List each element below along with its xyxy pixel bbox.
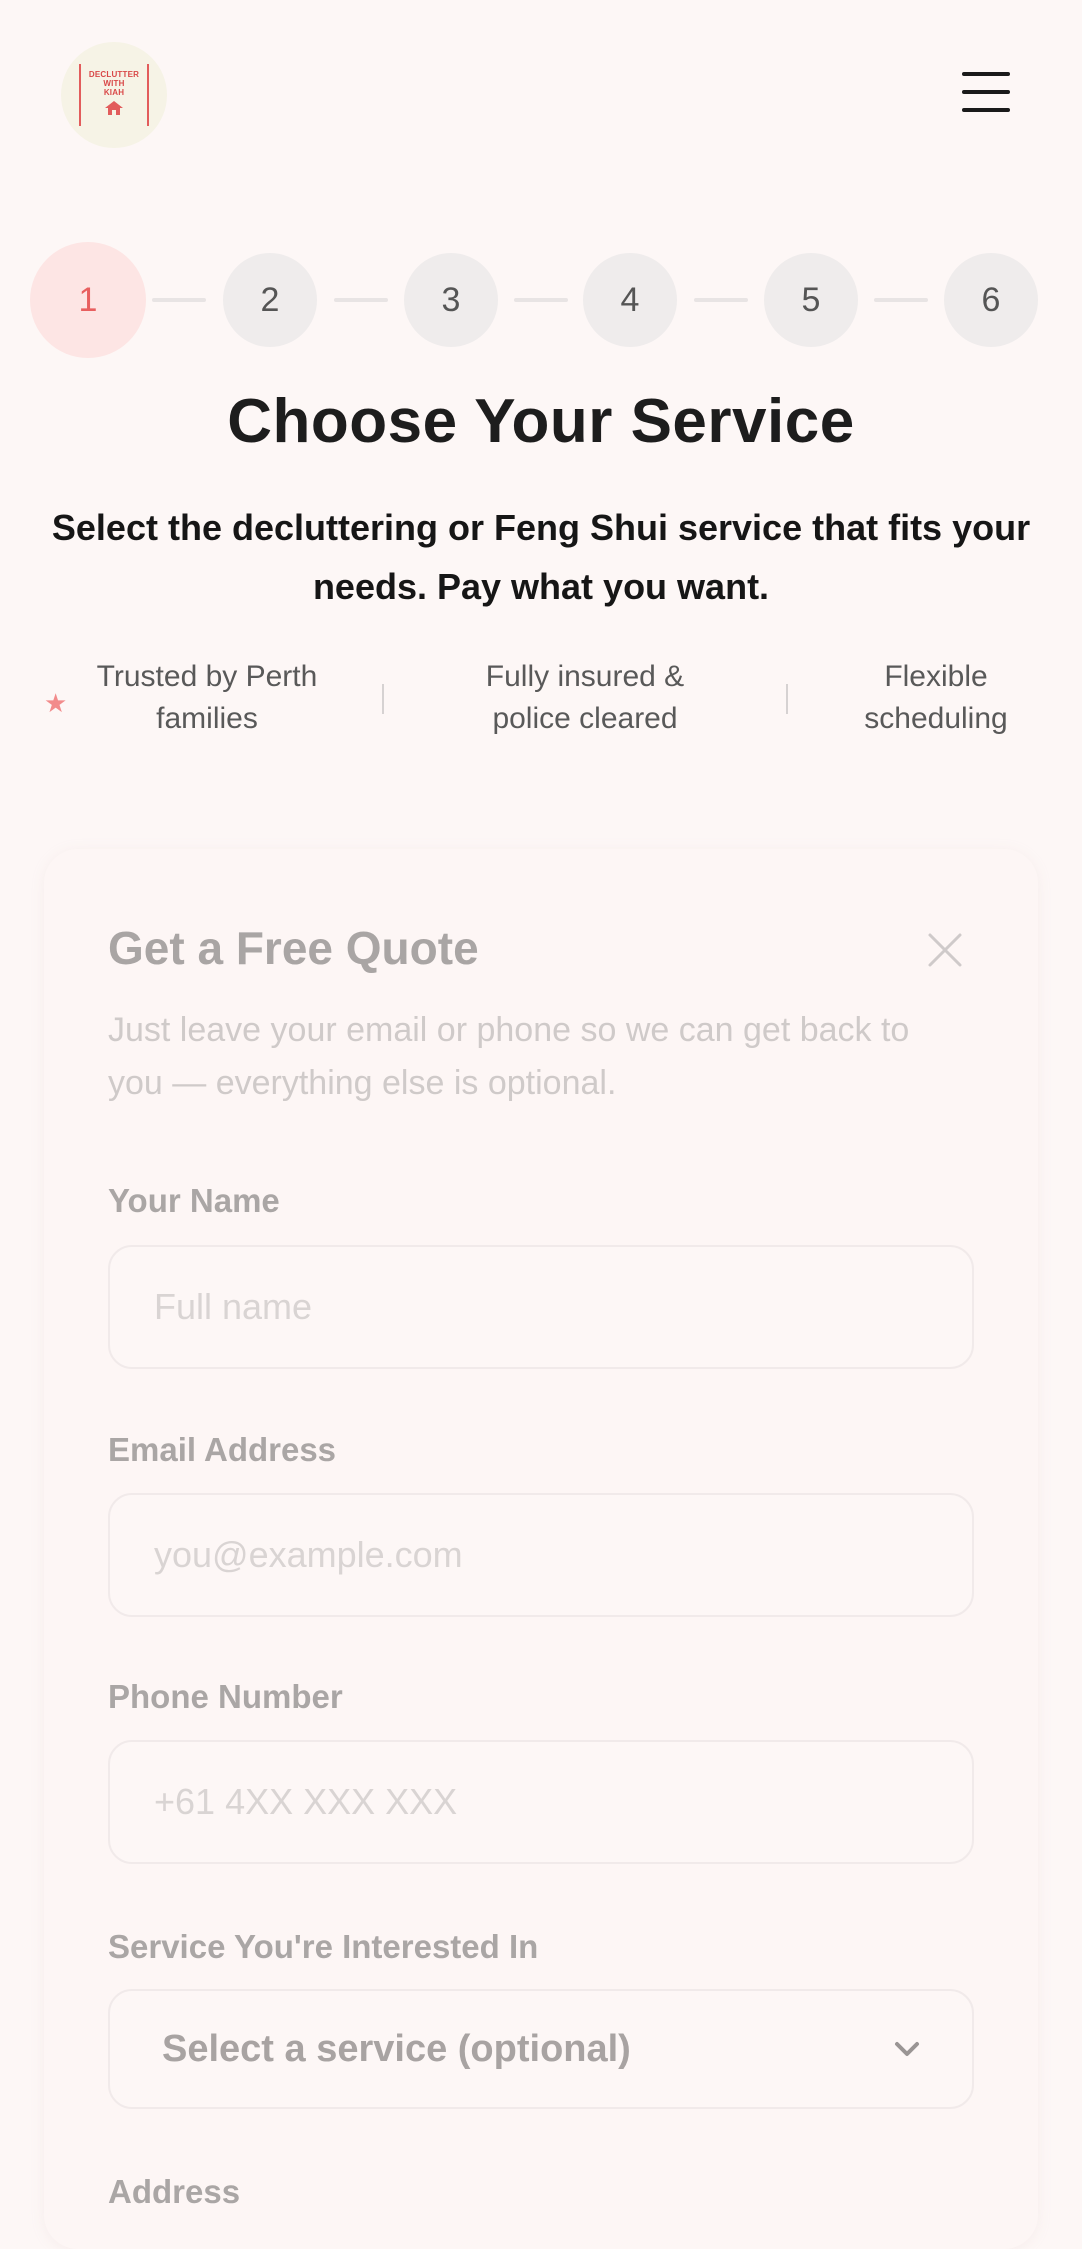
step-connector bbox=[874, 298, 928, 302]
brand-logo[interactable]: DECLUTTER WITH KIAH bbox=[61, 42, 167, 148]
trust-item-families: Trusted by Perth families bbox=[72, 656, 342, 740]
trust-line: police cleared bbox=[492, 702, 678, 735]
trust-line: scheduling bbox=[864, 702, 1008, 735]
phone-field[interactable] bbox=[108, 1740, 974, 1864]
step-2[interactable]: 2 bbox=[223, 253, 317, 347]
trust-line: Fully insured & bbox=[485, 660, 685, 693]
site-header: DECLUTTER WITH KIAH bbox=[0, 0, 1082, 190]
trust-badges: ★ Trusted by Perth families Fully insure… bbox=[0, 656, 1082, 746]
quote-form-description: Just leave your email or phone so we can… bbox=[108, 1011, 910, 1102]
divider bbox=[382, 684, 384, 714]
trust-line: Trusted by Perth bbox=[96, 660, 318, 693]
chevron-down-icon bbox=[895, 2042, 919, 2056]
step-connector bbox=[694, 298, 748, 302]
trust-line: Flexible bbox=[884, 660, 988, 693]
service-label: Service You're Interested In bbox=[108, 1928, 539, 1965]
step-5[interactable]: 5 bbox=[764, 253, 858, 347]
service-select-value: Select a service (optional) bbox=[162, 2027, 631, 2070]
step-connector bbox=[152, 298, 206, 302]
step-connector bbox=[334, 298, 388, 302]
progress-stepper: 1 2 3 4 5 6 bbox=[30, 242, 1040, 358]
logo-text-line-3: KIAH bbox=[103, 88, 125, 97]
trust-item-insured: Fully insured & police cleared bbox=[440, 656, 730, 740]
page-title: Choose Your Service bbox=[227, 387, 855, 456]
hamburger-menu-icon[interactable] bbox=[958, 70, 1014, 114]
service-select[interactable]: Select a service (optional) bbox=[108, 1989, 974, 2109]
email-label: Email Address bbox=[108, 1431, 337, 1468]
step-6[interactable]: 6 bbox=[944, 253, 1038, 347]
step-3[interactable]: 3 bbox=[404, 253, 498, 347]
star-icon: ★ bbox=[44, 688, 68, 718]
quote-form-title: Get a Free Quote bbox=[108, 922, 479, 974]
step-connector bbox=[514, 298, 568, 302]
divider bbox=[786, 684, 788, 714]
step-1[interactable]: 1 bbox=[30, 242, 146, 358]
logo-emblem: DECLUTTER WITH KIAH bbox=[79, 64, 149, 126]
quote-form-card: Get a Free Quote Just leave your email o… bbox=[44, 849, 1038, 2249]
logo-text-line-1: DECLUTTER bbox=[88, 70, 140, 79]
step-4[interactable]: 4 bbox=[583, 253, 677, 347]
name-label: Your Name bbox=[108, 1182, 280, 1219]
logo-text-line-2: WITH bbox=[103, 79, 125, 88]
close-icon[interactable] bbox=[926, 931, 964, 969]
trust-item-scheduling: Flexible scheduling bbox=[830, 656, 1042, 740]
address-label: Address bbox=[108, 2173, 241, 2210]
house-icon bbox=[105, 101, 123, 115]
phone-label: Phone Number bbox=[108, 1678, 343, 1715]
trust-line: families bbox=[156, 702, 258, 735]
email-field[interactable] bbox=[108, 1493, 974, 1617]
page-subtitle: Select the decluttering or Feng Shui ser… bbox=[51, 507, 1031, 607]
name-field[interactable] bbox=[108, 1245, 974, 1369]
